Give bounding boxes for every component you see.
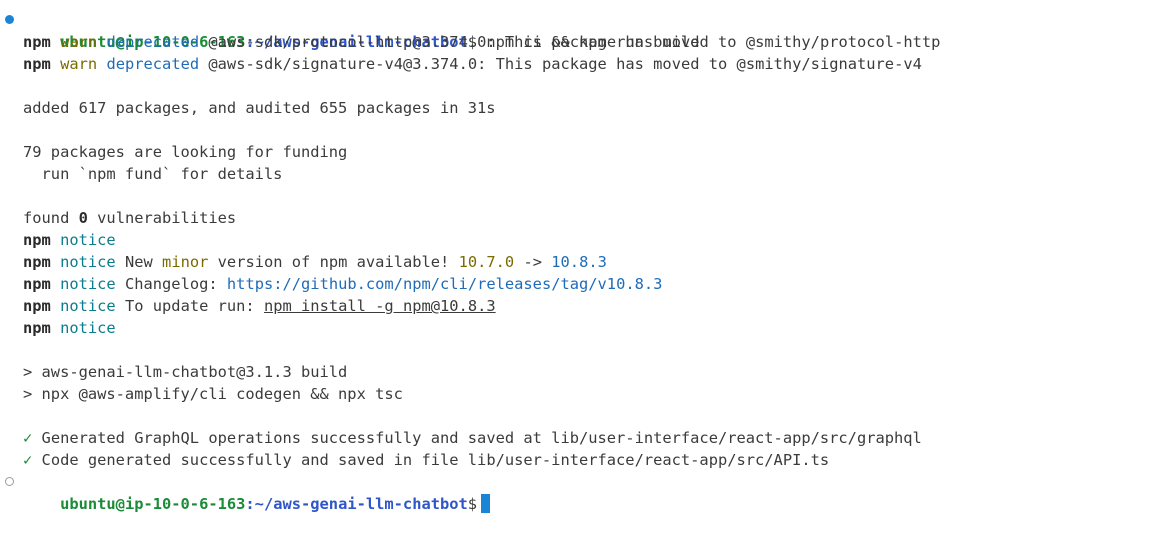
warn-line-1: npm warn deprecated @aws-sdk/protocol-ht…	[23, 33, 941, 51]
prompt-path: :~/aws-genai-llm-chatbot	[245, 495, 468, 513]
notice-line-update-run: npm notice To update run: npm install -g…	[23, 297, 496, 315]
build-line-2: > npx @aws-amplify/cli codegen && npx ts…	[23, 385, 403, 403]
command-status-dot-icon[interactable]	[5, 15, 14, 24]
prompt-symbol: $	[467, 495, 478, 513]
build-line-1: > aws-genai-llm-chatbot@3.1.3 build	[23, 363, 348, 381]
funding-hint-line: run `npm fund` for details	[23, 165, 283, 183]
changelog-link[interactable]: https://github.com/npm/cli/releases/tag/…	[227, 275, 663, 293]
update-command-link[interactable]: npm install -g npm@10.8.3	[264, 297, 496, 315]
terminal-output[interactable]: ubuntu@ip-10-0-6-163:~/aws-genai-llm-cha…	[0, 9, 1162, 513]
warn-line-2: npm warn deprecated @aws-sdk/signature-v…	[23, 55, 922, 73]
success-line-2: ✓ Code generated successfully and saved …	[23, 451, 830, 469]
check-icon: ✓	[23, 429, 33, 447]
notice-line-end: npm notice	[23, 319, 116, 337]
notice-line-1: npm notice	[23, 231, 116, 249]
notice-line-update: npm notice New minor version of npm avai…	[23, 253, 607, 271]
text-cursor[interactable]	[481, 494, 491, 513]
active-prompt-line[interactable]: ubuntu@ip-10-0-6-163:~/aws-genai-llm-cha…	[0, 471, 1162, 513]
check-icon: ✓	[23, 451, 33, 469]
notice-line-changelog: npm notice Changelog: https://github.com…	[23, 275, 663, 293]
success-line-1: ✓ Generated GraphQL operations successfu…	[23, 429, 922, 447]
command-line: ubuntu@ip-10-0-6-163:~/aws-genai-llm-cha…	[0, 9, 1162, 51]
added-line: added 617 packages, and audited 655 pack…	[23, 99, 496, 117]
command-status-circle-icon[interactable]	[5, 477, 14, 486]
prompt-user-host: ubuntu@ip-10-0-6-163	[60, 495, 246, 513]
vulnerabilities-line: found 0 vulnerabilities	[23, 209, 237, 227]
funding-line: 79 packages are looking for funding	[23, 143, 348, 161]
